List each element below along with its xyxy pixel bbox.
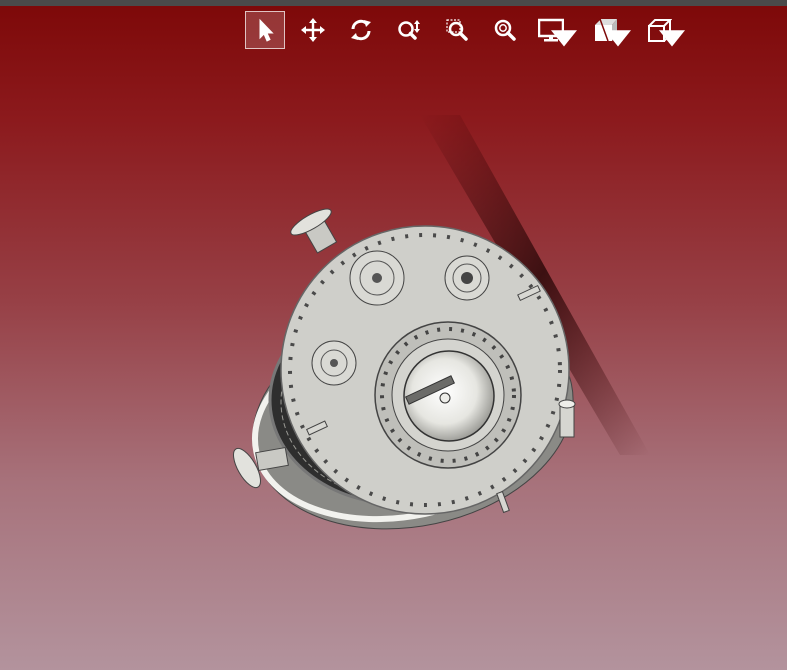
section-view-dropdown[interactable]: [587, 11, 633, 49]
zoom-window-icon: [446, 19, 468, 41]
3d-viewport[interactable]: [0, 0, 787, 670]
chevron-down-icon: [605, 30, 631, 47]
zoom-fit-icon: [494, 19, 516, 41]
rotate-tool-button[interactable]: [341, 11, 381, 49]
nozzle-flange-1: [349, 250, 405, 306]
window-top-strip: [0, 0, 787, 6]
chevron-down-icon: [659, 30, 685, 47]
top-left-nozzle: [290, 208, 338, 254]
manway-cover: [374, 321, 522, 469]
zoom-window-button[interactable]: [437, 11, 477, 49]
select-tool-button[interactable]: [245, 11, 285, 49]
nozzle-flange-2: [444, 255, 490, 301]
chevron-down-icon: [551, 30, 577, 47]
pan-move-icon: [301, 18, 325, 42]
right-nozzle: [558, 399, 576, 438]
zoom-tool-button[interactable]: [389, 11, 429, 49]
view-orientation-dropdown[interactable]: [641, 11, 687, 49]
display-mode-dropdown[interactable]: [533, 11, 579, 49]
select-arrow-icon: [259, 18, 274, 42]
rotate-icon: [351, 19, 371, 41]
zoom-fit-button[interactable]: [485, 11, 525, 49]
nozzle-flange-3: [311, 340, 357, 386]
view-toolbar: [245, 10, 695, 50]
zoom-updown-icon: [398, 20, 420, 40]
vessel-3d-model[interactable]: [215, 100, 665, 540]
pan-tool-button[interactable]: [293, 11, 333, 49]
